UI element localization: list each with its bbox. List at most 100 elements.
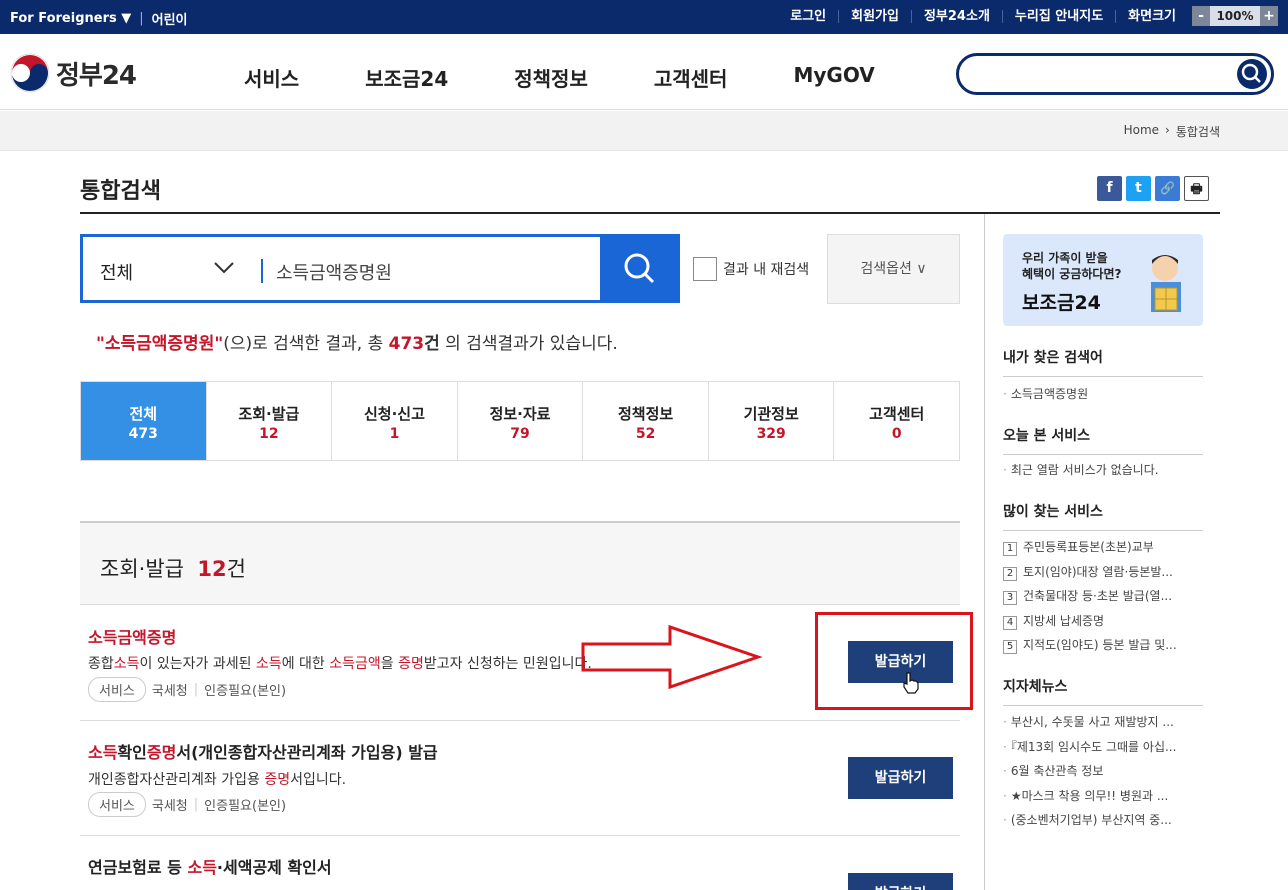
search-options-button[interactable]: 검색옵션 ∨: [827, 234, 960, 304]
twitter-icon[interactable]: t: [1126, 176, 1151, 201]
news-item[interactable]: · 『제13회 임시수도 그때를 아십...: [1003, 738, 1203, 755]
news-label: 『제13회 임시수도 그때를 아십...: [1010, 740, 1177, 754]
section-count: 12: [197, 557, 227, 581]
kids-link[interactable]: 어린이: [152, 9, 188, 28]
item-title[interactable]: 소득금액증명: [88, 624, 176, 648]
viewed-today-item: · 최근 열람 서비스가 없습니다.: [1003, 461, 1203, 478]
tab-label: 전체: [129, 405, 158, 423]
nav-subsidy24[interactable]: 보조금24: [365, 63, 448, 92]
popular-service-item[interactable]: 5 지적도(임야도) 등본 발급 및...: [1003, 636, 1203, 654]
issue-button[interactable]: 발급하기: [848, 757, 953, 799]
section-header: 조회·발급 12건: [80, 521, 960, 605]
breadcrumb-home[interactable]: Home: [1124, 123, 1159, 140]
issue-button[interactable]: 발급하기: [848, 873, 953, 890]
tab-inquiry-issue[interactable]: 조회·발급 12: [207, 382, 333, 460]
news-item[interactable]: · 6월 축산관측 정보: [1003, 762, 1203, 779]
news-item[interactable]: · ★마스크 착용 의무!! 병원과 ...: [1003, 787, 1203, 804]
research-within-label: 결과 내 재검색: [723, 262, 810, 278]
item-title[interactable]: 연금보험료 등 소득·세액공제 확인서: [88, 854, 332, 878]
news-label: 부산시, 수돗물 사고 재발방지 ...: [1010, 715, 1174, 729]
item-meta: 서비스 국세청 | 인증필요(본인): [88, 792, 286, 817]
search-icon: [624, 253, 655, 284]
rank-badge: 4: [1003, 616, 1017, 630]
tab-label: 정책정보: [618, 405, 674, 423]
facebook-icon[interactable]: f: [1097, 176, 1122, 201]
tab-agency[interactable]: 기관정보 329: [709, 382, 835, 460]
logo-text: 정부24: [56, 60, 137, 91]
signup-link[interactable]: 회원가입: [839, 9, 912, 23]
login-link[interactable]: 로그인: [778, 9, 840, 23]
news-label: 6월 축산관측 정보: [1010, 764, 1104, 778]
character-illustration-icon: [1151, 255, 1181, 312]
breadcrumb-current: 통합검색: [1175, 125, 1220, 139]
text: 확인: [117, 743, 147, 762]
divider: |: [193, 682, 199, 697]
sitemap-link[interactable]: 누리집 안내지도: [1003, 9, 1117, 23]
tab-info-data[interactable]: 정보·자료 79: [458, 382, 584, 460]
research-within-checkbox[interactable]: 결과 내 재검색: [693, 257, 809, 281]
main-nav: 서비스 보조금24 정책정보 고객센터 MyGOV: [244, 63, 941, 92]
popular-service-item[interactable]: 3 건축물대장 등·초본 발급(열...: [1003, 587, 1203, 605]
nav-mygov[interactable]: MyGOV: [793, 63, 874, 92]
hand-cursor-icon: [903, 672, 919, 694]
divider: |: [139, 11, 144, 26]
news-item[interactable]: · 부산시, 수돗물 사고 재발방지 ...: [1003, 713, 1203, 730]
service-tag: 서비스: [88, 677, 146, 702]
link-copy-icon[interactable]: 🔗: [1155, 176, 1180, 201]
nav-services[interactable]: 서비스: [244, 63, 299, 92]
highlight: 소득: [113, 656, 140, 672]
service-tag: 서비스: [88, 792, 146, 817]
text: 이 있는자가 과세된: [139, 656, 256, 672]
recent-search-heading: 내가 찾은 검색어: [1003, 347, 1203, 377]
news-item[interactable]: · (중소벤처기업부) 부산지역 중...: [1003, 811, 1203, 828]
tab-policy[interactable]: 정책정보 52: [583, 382, 709, 460]
highlight: 증명: [146, 743, 177, 762]
text: 연금보험료 등: [88, 858, 188, 877]
site-header: 정부24 서비스 보조금24 정책정보 고객센터 MyGOV: [0, 34, 1288, 110]
for-foreigners-link[interactable]: For Foreigners ▼: [10, 11, 131, 26]
text: 서(개인종합자산관리계좌 가입용) 발급: [176, 743, 438, 762]
item-description: 종합소득이 있는자가 과세된 소득에 대한 소득금액을 증명받고자 신청하는 민…: [88, 653, 592, 673]
zoom-out-button[interactable]: -: [1192, 6, 1210, 26]
bullet: ·: [1003, 740, 1007, 754]
popular-service-item[interactable]: 4 지방세 납세증명: [1003, 612, 1203, 630]
header-search-button[interactable]: [1237, 59, 1267, 89]
nav-policy[interactable]: 정책정보: [514, 63, 588, 92]
checkbox[interactable]: [693, 257, 717, 281]
header-search-input[interactable]: [956, 53, 1274, 95]
tab-customer-center[interactable]: 고객센터 0: [834, 382, 959, 460]
print-icon[interactable]: 🖶: [1184, 176, 1209, 201]
zoom-level: 100%: [1216, 9, 1254, 23]
chevron-down-icon[interactable]: [213, 261, 235, 275]
result-text: (으)로 검색한 결과, 총: [223, 334, 389, 354]
item-title[interactable]: 소득확인증명서(개인종합자산관리계좌 가입용) 발급: [88, 739, 438, 763]
category-select[interactable]: 전체: [100, 259, 133, 285]
search-icon: [1241, 63, 1261, 83]
tab-label: 조회·발급: [238, 405, 300, 423]
logo[interactable]: 정부24: [10, 53, 137, 93]
bullet: ·: [1003, 789, 1007, 803]
text: 종합: [88, 656, 114, 672]
item-meta: 서비스 국세청 | 인증필요(본인): [88, 677, 286, 702]
tab-application[interactable]: 신청·신고 1: [332, 382, 458, 460]
text: ·세액공제 확인서: [216, 858, 332, 877]
item-auth: 인증필요(본인): [204, 799, 287, 814]
popular-service-label: 지적도(임야도) 등본 발급 및...: [1023, 638, 1177, 652]
section-title: 조회·발급: [100, 557, 184, 581]
search-input[interactable]: 소득금액증명원: [276, 259, 392, 285]
tab-all[interactable]: 전체 473: [81, 382, 207, 460]
bullet: ·: [1003, 463, 1007, 477]
recent-search-item[interactable]: · 소득금액증명원: [1003, 385, 1203, 402]
popular-service-item[interactable]: 2 토지(임야)대장 열람·등본발...: [1003, 563, 1203, 581]
popular-service-item[interactable]: 1 주민등록표등본(초본)교부: [1003, 538, 1203, 556]
result-count: 473: [388, 334, 425, 354]
item-description: 개인종합자산관리계좌 가입용 증명서입니다.: [88, 769, 346, 789]
nav-customer-center[interactable]: 고객센터: [654, 63, 728, 92]
page-title: 통합검색: [80, 179, 161, 204]
about-link[interactable]: 정부24소개: [912, 9, 1003, 23]
search-button[interactable]: [600, 234, 680, 303]
popular-services-heading: 많이 찾는 서비스: [1003, 501, 1203, 531]
bullet: ·: [1003, 764, 1007, 778]
subsidy24-banner[interactable]: 우리 가족이 받을 혜택이 궁금하다면? 보조금24: [1003, 234, 1203, 326]
zoom-in-button[interactable]: +: [1260, 6, 1278, 26]
